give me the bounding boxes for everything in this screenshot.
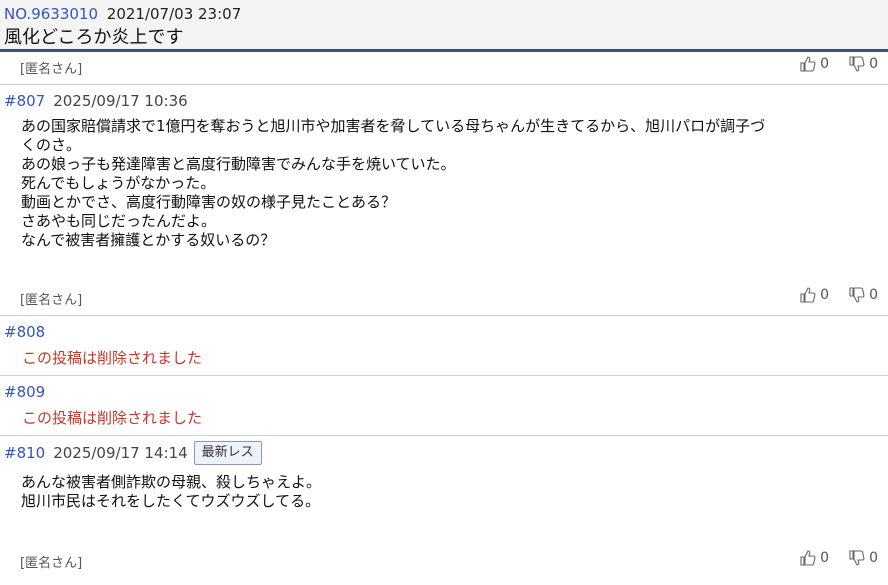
post-body: あんな被害者側詐欺の母親、殺しちゃえよ。 旭川市民はそれをしたくてウズウズしてる… <box>0 465 888 511</box>
post-line: 死んでもしょうがなかった。 <box>21 174 216 192</box>
thumbs-up-icon <box>800 56 816 72</box>
thumbs-down-icon <box>849 550 865 566</box>
dislike-button[interactable]: 0 <box>849 550 878 566</box>
thumbs-down-icon <box>849 287 865 303</box>
post-line: なんで被害者擁護とかする奴いるの？ <box>21 231 276 249</box>
post-line: あの娘っ子も発達障害と高度行動障害でみんな手を焼いていた。 <box>21 155 456 173</box>
dislike-count: 0 <box>869 550 878 566</box>
post-line: あんな被害者側詐欺の母親、殺しちゃえよ。 <box>21 473 322 491</box>
like-count: 0 <box>820 56 830 72</box>
thumbs-down-icon <box>849 56 865 72</box>
post-body: あの国家賠償請求で1億円を奪おうと旭川市や加害者を脅している母ちゃんが生きてるか… <box>0 111 888 250</box>
deleted-notice: この投稿は削除されました <box>22 409 203 427</box>
like-count: 0 <box>820 550 830 566</box>
dislike-button[interactable]: 0 <box>849 287 878 303</box>
thumbs-up-icon <box>800 287 816 303</box>
post-line: さあやも同じだったんだよ。 <box>21 212 217 230</box>
dislike-count: 0 <box>869 287 878 303</box>
post-line: 動画とかでさ、高度行動障害の奴の様子見たことある？ <box>21 193 397 211</box>
like-button[interactable]: 0 <box>800 287 829 303</box>
post-line: あの国家賠償請求で1億円を奪おうと旭川市や加害者を脅している母ちゃんが生きてるか… <box>21 117 766 135</box>
like-button[interactable]: 0 <box>800 550 829 566</box>
thread-number-link[interactable]: NO.9633010 <box>4 5 98 23</box>
post-footer: [匿名さん] 0 0 <box>0 283 888 315</box>
post-number-link[interactable]: #810 <box>4 443 45 463</box>
post-date: 2025/09/17 14:14 <box>53 444 188 462</box>
author-label: [匿名さん] <box>20 62 83 77</box>
post-807: #807 2025/09/17 10:36 あの国家賠償請求で1億円を奪おうと旭… <box>0 84 888 315</box>
thread-page: NO.9633010 2021/07/03 23:07 風化どころか炎上です [… <box>0 0 888 585</box>
thread-date: 2021/07/03 23:07 <box>106 5 242 23</box>
thread-footer: [匿名さん] 0 0 <box>0 52 888 84</box>
post-line: くのさ。 <box>21 136 82 154</box>
post-footer: [匿名さん] 0 0 <box>0 546 888 578</box>
post-number-link[interactable]: #807 <box>4 91 45 111</box>
post-number-link[interactable]: #809 <box>4 382 45 402</box>
dislike-button[interactable]: 0 <box>849 56 878 72</box>
post-line: 旭川市民はそれをしたくてウズウズしてる。 <box>21 492 321 510</box>
thread-title: 風化どころか炎上です <box>4 27 184 48</box>
thumbs-up-icon <box>800 550 816 566</box>
dislike-count: 0 <box>869 56 878 72</box>
latest-reply-badge[interactable]: 最新レス <box>193 441 262 465</box>
like-count: 0 <box>820 287 830 303</box>
post-number-link[interactable]: #808 <box>4 322 45 342</box>
author-label: [匿名さん] <box>20 556 83 571</box>
author-label: [匿名さん] <box>20 293 83 308</box>
post-808: #808 この投稿は削除されました <box>0 315 888 375</box>
like-button[interactable]: 0 <box>800 56 829 72</box>
post-date: 2025/09/17 10:36 <box>53 92 188 110</box>
post-809: #809 この投稿は削除されました <box>0 375 888 435</box>
deleted-notice: この投稿は削除されました <box>22 349 203 367</box>
post-810: #810 2025/09/17 14:14 最新レス あんな被害者側詐欺の母親、… <box>0 435 888 578</box>
thread-header: NO.9633010 2021/07/03 23:07 風化どころか炎上です <box>0 0 888 52</box>
